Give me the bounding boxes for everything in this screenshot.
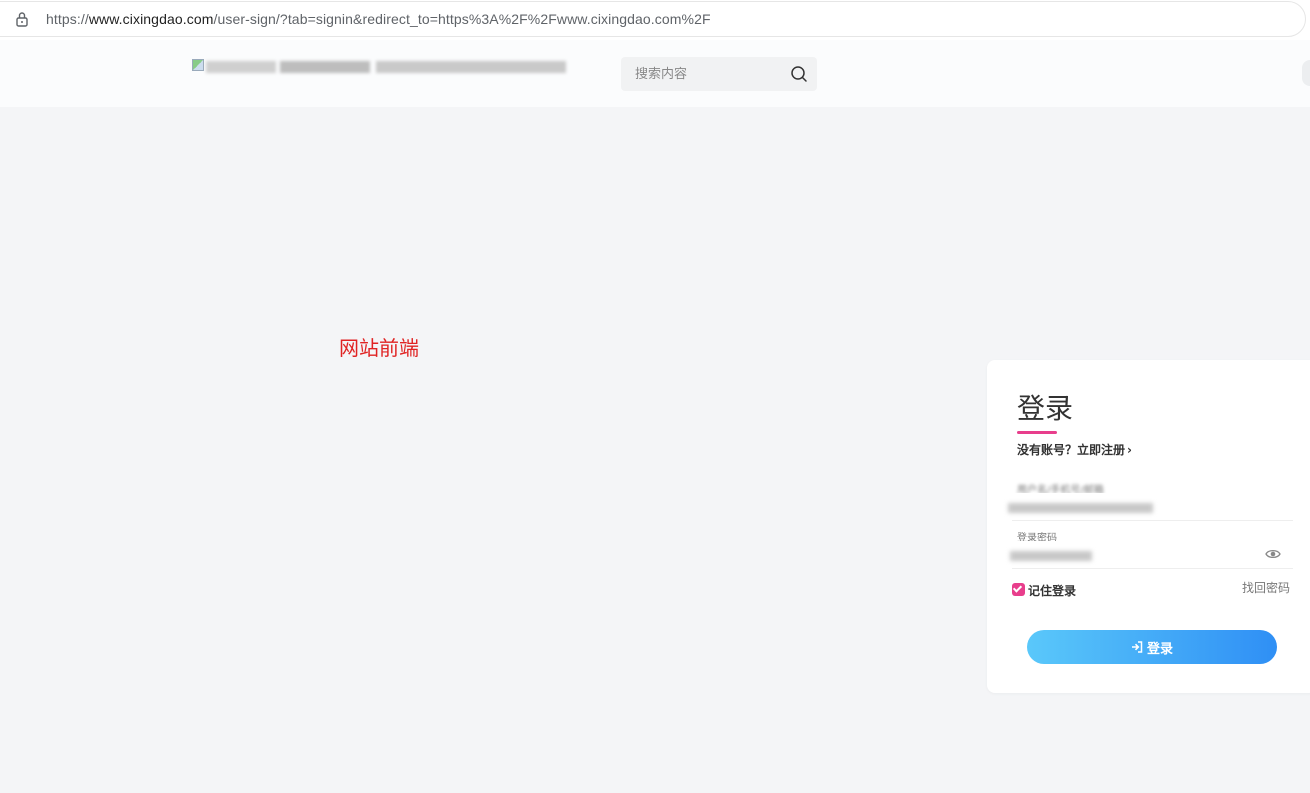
username-value-blurred — [1008, 503, 1153, 513]
frontend-annotation: 网站前端 — [339, 336, 419, 360]
login-button-label: 登录 — [1146, 641, 1173, 657]
url-path: /user-sign/?tab=signin&redirect_to=https… — [213, 11, 711, 27]
url-text[interactable]: https://www.cixingdao.com/user-sign/?tab… — [46, 11, 711, 27]
title-underline — [1017, 431, 1057, 434]
eye-icon[interactable] — [1265, 547, 1281, 561]
remember-label: 记住登录 — [1028, 584, 1077, 598]
logo-blur — [376, 61, 566, 73]
logo-blur — [280, 61, 370, 73]
login-title: 登录 — [1017, 392, 1074, 425]
site-logo[interactable] — [192, 59, 572, 81]
url-host: www.cixingdao.com — [88, 11, 214, 27]
user-avatar[interactable] — [1302, 60, 1310, 86]
login-icon — [1131, 641, 1143, 653]
logo-blur — [206, 61, 276, 73]
search-box — [621, 57, 817, 91]
search-icon[interactable] — [790, 65, 808, 83]
login-button[interactable]: 登录 — [1027, 630, 1277, 664]
password-value-blurred — [1010, 551, 1092, 561]
register-link-label: 没有账号？立即注册 — [1017, 443, 1126, 457]
forgot-password-link[interactable]: 找回密码 — [1242, 579, 1290, 596]
chevron-right-icon: › — [1127, 443, 1132, 457]
remember-checkbox[interactable] — [1012, 583, 1025, 596]
url-prefix: https:// — [46, 11, 89, 27]
lock-icon[interactable] — [15, 11, 29, 27]
register-link[interactable]: 没有账号？立即注册 › — [1017, 441, 1132, 458]
checkbox-checked — [1012, 583, 1023, 593]
browser-address-bar: https://www.cixingdao.com/user-sign/?tab… — [0, 0, 1310, 40]
broken-image-icon — [192, 59, 204, 71]
search-input[interactable] — [621, 57, 781, 91]
